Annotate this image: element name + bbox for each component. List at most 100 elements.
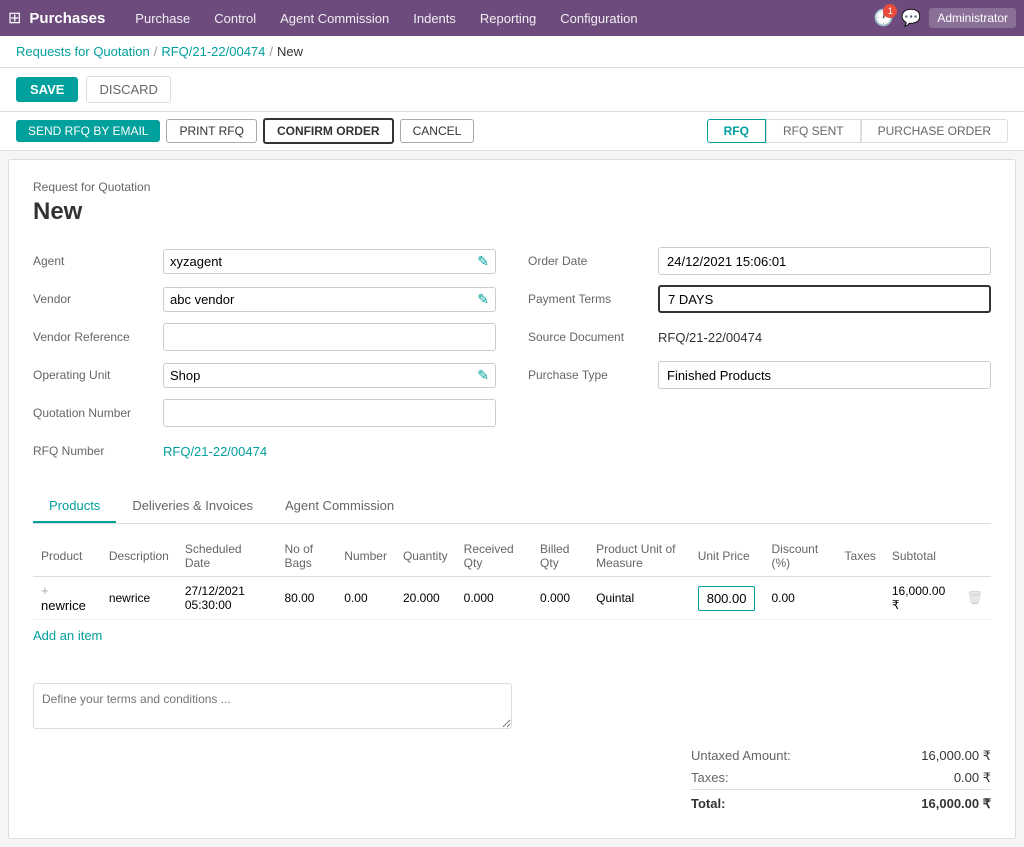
operating-unit-input[interactable] xyxy=(170,368,473,383)
untaxed-label: Untaxed Amount: xyxy=(691,748,791,764)
discard-button[interactable]: DISCARD xyxy=(86,76,171,103)
quotation-number-row: Quotation Number xyxy=(33,398,496,428)
col-uom: Product Unit of Measure xyxy=(588,536,690,577)
quotation-number-input[interactable] xyxy=(172,406,487,421)
vendor-field[interactable]: ✎ xyxy=(163,287,496,312)
payment-terms-input[interactable] xyxy=(668,292,981,307)
send-rfq-email-button[interactable]: SEND RFQ BY EMAIL xyxy=(16,120,160,142)
tab-deliveries[interactable]: Deliveries & Invoices xyxy=(116,490,269,523)
untaxed-value: 16,000.00 ₹ xyxy=(891,748,991,764)
quotation-number-label: Quotation Number xyxy=(33,406,163,420)
save-button[interactable]: SAVE xyxy=(16,77,78,102)
col-taxes: Taxes xyxy=(837,536,884,577)
print-rfq-button[interactable]: PRINT RFQ xyxy=(166,119,256,143)
unit-price-value[interactable]: 800.00 xyxy=(698,586,756,611)
cell-no-of-bags: 80.00 xyxy=(276,577,336,620)
cell-received-qty: 0.000 xyxy=(456,577,532,620)
step-purchase-order[interactable]: PURCHASE ORDER xyxy=(861,119,1008,143)
nav-control[interactable]: Control xyxy=(204,5,266,32)
confirm-order-button[interactable]: CONFIRM ORDER xyxy=(263,118,394,144)
bc-rfq-list[interactable]: Requests for Quotation xyxy=(16,44,150,59)
terms-textarea[interactable] xyxy=(33,683,512,729)
nav-indents[interactable]: Indents xyxy=(403,5,466,32)
source-doc-label: Source Document xyxy=(528,330,658,344)
col-description: Description xyxy=(101,536,177,577)
vendor-ref-input[interactable] xyxy=(172,330,487,345)
app-title[interactable]: Purchases xyxy=(29,10,105,27)
delete-row-icon[interactable]: 🗑 xyxy=(966,590,983,605)
top-navigation: ⊞ Purchases Purchase Control Agent Commi… xyxy=(0,0,1024,36)
app-grid-icon[interactable]: ⊞ xyxy=(8,8,21,28)
step-rfq-sent[interactable]: RFQ SENT xyxy=(766,119,861,143)
col-subtotal: Subtotal xyxy=(884,536,959,577)
vendor-ref-field[interactable] xyxy=(163,323,496,351)
cell-taxes xyxy=(837,577,884,620)
cell-product: + newrice xyxy=(33,577,101,620)
bc-current: New xyxy=(277,44,303,59)
agent-edit-icon[interactable]: ✎ xyxy=(477,253,489,270)
chat-icon[interactable]: 💬 xyxy=(901,8,921,28)
order-date-input[interactable] xyxy=(667,254,982,269)
tab-products[interactable]: Products xyxy=(33,490,116,523)
agent-label: Agent xyxy=(33,254,163,268)
vendor-edit-icon[interactable]: ✎ xyxy=(477,291,489,308)
form-subtitle: Request for Quotation xyxy=(33,180,991,194)
rfq-number-row: RFQ Number RFQ/21-22/00474 xyxy=(33,436,496,466)
untaxed-row: Untaxed Amount: 16,000.00 ₹ xyxy=(691,745,991,767)
col-discount: Discount (%) xyxy=(763,536,836,577)
tab-agent-commission[interactable]: Agent Commission xyxy=(269,490,410,523)
nav-agent-commission[interactable]: Agent Commission xyxy=(270,5,399,32)
form-title: New xyxy=(33,198,991,226)
user-menu[interactable]: Administrator xyxy=(929,8,1016,28)
vendor-ref-row: Vendor Reference xyxy=(33,322,496,352)
operating-unit-field[interactable]: ✎ xyxy=(163,363,496,388)
totals-table: Untaxed Amount: 16,000.00 ₹ Taxes: 0.00 … xyxy=(691,745,991,818)
order-date-field[interactable] xyxy=(658,247,991,275)
cell-unit-price[interactable]: 800.00 xyxy=(690,577,764,620)
row-plus-icon[interactable]: + xyxy=(41,583,49,598)
tabs: Products Deliveries & Invoices Agent Com… xyxy=(33,490,991,524)
col-quantity: Quantity xyxy=(395,536,456,577)
add-item-link[interactable]: Add an item xyxy=(33,620,102,651)
vendor-row: Vendor ✎ xyxy=(33,284,496,314)
quotation-number-field[interactable] xyxy=(163,399,496,427)
nav-icons: 🕐 1 💬 Administrator xyxy=(873,8,1016,28)
rfq-number-value[interactable]: RFQ/21-22/00474 xyxy=(163,444,267,459)
vendor-label: Vendor xyxy=(33,292,163,306)
order-date-row: Order Date xyxy=(528,246,991,276)
cancel-button[interactable]: CANCEL xyxy=(400,119,475,143)
breadcrumb: Requests for Quotation / RFQ/21-22/00474… xyxy=(0,36,1024,68)
col-unit-price: Unit Price xyxy=(690,536,764,577)
purchase-type-input[interactable] xyxy=(667,368,982,383)
vendor-ref-label: Vendor Reference xyxy=(33,330,163,344)
notification-icon[interactable]: 🕐 1 xyxy=(873,8,893,28)
col-no-of-bags: No of Bags xyxy=(276,536,336,577)
operating-unit-label: Operating Unit xyxy=(33,368,163,382)
operating-unit-row: Operating Unit ✎ xyxy=(33,360,496,390)
source-doc-row: Source Document RFQ/21-22/00474 xyxy=(528,322,991,352)
payment-terms-label: Payment Terms xyxy=(528,292,658,306)
purchase-type-field[interactable] xyxy=(658,361,991,389)
nav-purchase[interactable]: Purchase xyxy=(125,5,200,32)
operating-unit-edit-icon[interactable]: ✎ xyxy=(477,367,489,384)
bc-rfq-number[interactable]: RFQ/21-22/00474 xyxy=(161,44,265,59)
col-product: Product xyxy=(33,536,101,577)
agent-row: Agent ✎ xyxy=(33,246,496,276)
step-rfq[interactable]: RFQ xyxy=(707,119,766,143)
payment-terms-field[interactable] xyxy=(658,285,991,313)
totals-section: Untaxed Amount: 16,000.00 ₹ Taxes: 0.00 … xyxy=(33,745,991,818)
vendor-input[interactable] xyxy=(170,292,473,307)
agent-input[interactable] xyxy=(170,254,473,269)
order-date-label: Order Date xyxy=(528,254,658,268)
purchase-type-label: Purchase Type xyxy=(528,368,658,382)
agent-field[interactable]: ✎ xyxy=(163,249,496,274)
col-received-qty: Received Qty xyxy=(456,536,532,577)
col-billed-qty: Billed Qty xyxy=(532,536,588,577)
rfq-number-label: RFQ Number xyxy=(33,444,163,458)
cell-delete[interactable]: 🗑 xyxy=(958,577,991,620)
total-value: 16,000.00 ₹ xyxy=(921,796,991,812)
nav-configuration[interactable]: Configuration xyxy=(550,5,647,32)
col-scheduled-date: Scheduled Date xyxy=(177,536,277,577)
notification-badge: 1 xyxy=(883,4,897,18)
nav-reporting[interactable]: Reporting xyxy=(470,5,546,32)
